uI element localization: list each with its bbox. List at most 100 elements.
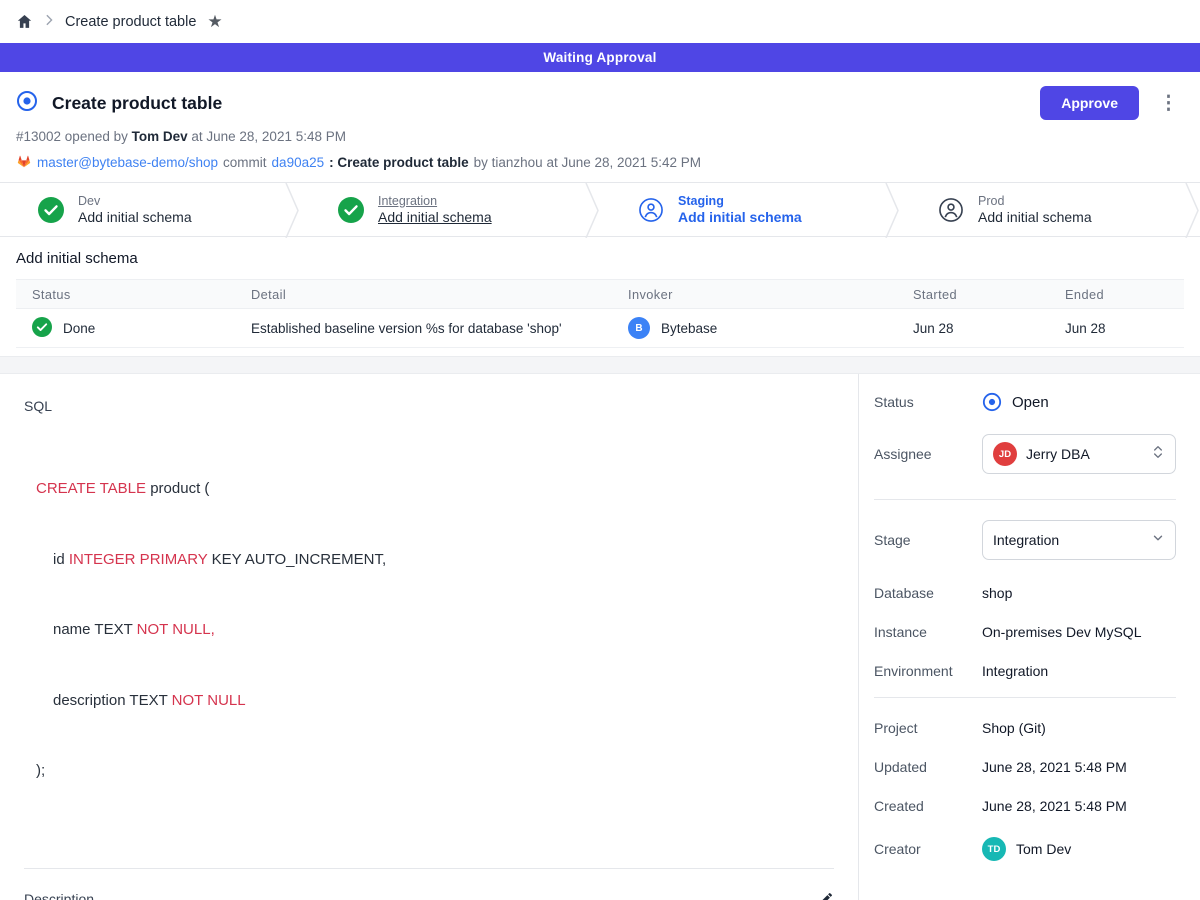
created-value: June 28, 2021 5:48 PM xyxy=(982,798,1127,814)
stage-task-label: Add initial schema xyxy=(78,209,192,225)
task-table-header-row: Status Detail Invoker Started Ended xyxy=(16,280,1184,309)
sql-text: ); xyxy=(36,762,45,779)
sql-keyword: NOT NULL, xyxy=(137,621,215,638)
approve-button[interactable]: Approve xyxy=(1040,86,1139,120)
task-invoker: Bytebase xyxy=(661,321,717,336)
task-detail: Established baseline version %s for data… xyxy=(251,309,628,348)
issue-author: Tom Dev xyxy=(132,129,188,144)
assignee-select[interactable]: JD Jerry DBA xyxy=(982,434,1176,474)
instance-value: On-premises Dev MySQL xyxy=(982,624,1141,640)
task-ended: Jun 28 xyxy=(1065,309,1184,348)
issue-main-panel: SQL CREATE TABLE product ( id INTEGER PR… xyxy=(0,374,859,900)
stage-separator xyxy=(584,183,600,238)
description-label: Description xyxy=(24,891,94,900)
task-table: Status Detail Invoker Started Ended Done… xyxy=(16,279,1184,348)
col-started: Started xyxy=(913,280,1065,309)
status-open-icon xyxy=(982,392,1002,412)
col-detail: Detail xyxy=(251,280,628,309)
created-label: Created xyxy=(874,798,982,814)
col-ended: Ended xyxy=(1065,280,1184,309)
done-check-icon xyxy=(338,197,364,223)
sql-keyword: NOT NULL xyxy=(172,692,246,709)
assignee-label: Assignee xyxy=(874,446,982,462)
chevron-right-icon xyxy=(44,13,54,31)
sql-text: KEY AUTO_INCREMENT, xyxy=(207,551,386,568)
selector-updown-icon xyxy=(1151,444,1165,465)
stage-task-label: Add initial schema xyxy=(978,209,1092,225)
stage-separator xyxy=(284,183,300,238)
sql-text: description TEXT xyxy=(53,692,172,709)
stage-staging-current[interactable]: Staging Add initial schema xyxy=(600,183,884,236)
star-icon[interactable]: ★ xyxy=(207,13,222,30)
creator-label: Creator xyxy=(874,841,982,857)
environment-label: Environment xyxy=(874,663,982,679)
stage-task-label: Add initial schema xyxy=(378,209,492,225)
stage-dev[interactable]: Dev Add initial schema xyxy=(0,183,284,236)
approval-banner: Waiting Approval xyxy=(0,43,1200,72)
done-check-icon xyxy=(38,197,64,223)
commit-message: : Create product table xyxy=(329,155,469,170)
approval-banner-text: Waiting Approval xyxy=(543,50,656,65)
stage-select[interactable]: Integration xyxy=(982,520,1176,560)
task-started: Jun 28 xyxy=(913,309,1065,348)
sql-text: id xyxy=(53,551,69,568)
stage-value: Integration xyxy=(993,532,1059,548)
commit-hash-link[interactable]: da90a25 xyxy=(272,155,325,170)
task-section-title: Add initial schema xyxy=(16,250,1184,267)
task-section: Add initial schema Status Detail Invoker… xyxy=(0,237,1200,356)
commit-label: commit xyxy=(223,155,267,170)
divider xyxy=(874,499,1176,500)
stage-prod[interactable]: Prod Add initial schema xyxy=(900,183,1184,236)
status-label: Status xyxy=(874,394,982,410)
project-value: Shop (Git) xyxy=(982,720,1046,736)
home-icon[interactable] xyxy=(16,13,33,30)
sql-code-block: CREATE TABLE product ( id INTEGER PRIMAR… xyxy=(24,430,834,830)
divider xyxy=(24,868,834,869)
chevron-down-icon xyxy=(1151,531,1165,550)
database-label: Database xyxy=(874,585,982,601)
sql-text: product ( xyxy=(146,480,209,497)
issue-open-icon xyxy=(16,90,38,117)
status-value: Open xyxy=(1012,394,1049,411)
vcs-commit-line: master@bytebase-demo/shop commit da90a25… xyxy=(16,153,1184,172)
task-status: Done xyxy=(63,321,95,336)
project-label: Project xyxy=(874,720,982,736)
database-value: shop xyxy=(982,585,1012,601)
breadcrumb: Create product table ★ xyxy=(0,0,1200,43)
breadcrumb-page-title: Create product table xyxy=(65,14,196,30)
stage-task-label: Add initial schema xyxy=(678,209,802,225)
col-invoker: Invoker xyxy=(628,280,913,309)
branch-repo-link[interactable]: master@bytebase-demo/shop xyxy=(37,155,218,170)
page-title: Create product table xyxy=(52,93,1026,114)
pipeline-stage-bar: Dev Add initial schema Integration Add i… xyxy=(0,182,1200,237)
issue-header: Create product table Approve ⋮ #13002 op… xyxy=(0,72,1200,182)
updated-value: June 28, 2021 5:48 PM xyxy=(982,759,1127,775)
stage-env-label: Integration xyxy=(378,194,492,208)
stage-separator xyxy=(1184,183,1200,238)
stage-integration[interactable]: Integration Add initial schema xyxy=(300,183,584,236)
col-status: Status xyxy=(16,280,251,309)
gitlab-icon xyxy=(16,153,32,172)
person-icon xyxy=(638,197,664,223)
task-row[interactable]: Done Established baseline version %s for… xyxy=(16,309,1184,348)
creator-avatar: TD xyxy=(982,837,1006,861)
commit-author-time: by tianzhou at June 28, 2021 5:42 PM xyxy=(474,155,701,170)
issue-meta: #13002 opened by Tom Dev at June 28, 202… xyxy=(16,129,1184,144)
stage-env-label: Dev xyxy=(78,194,192,208)
invoker-avatar: B xyxy=(628,317,650,339)
sql-keyword: INTEGER PRIMARY xyxy=(69,551,208,568)
assignee-avatar: JD xyxy=(993,442,1017,466)
updated-label: Updated xyxy=(874,759,982,775)
done-check-icon xyxy=(32,317,52,340)
stage-env-label: Prod xyxy=(978,194,1092,208)
divider xyxy=(874,697,1176,698)
issue-sidebar: Status Open Assignee JD Jerry DBA xyxy=(859,374,1200,900)
edit-pencil-icon[interactable] xyxy=(818,891,834,900)
sql-text: name TEXT xyxy=(53,621,137,638)
assignee-value: Jerry DBA xyxy=(1026,446,1090,462)
creator-value: Tom Dev xyxy=(1016,841,1071,857)
kebab-menu-icon[interactable]: ⋮ xyxy=(1153,94,1184,113)
stage-label: Stage xyxy=(874,532,982,548)
instance-label: Instance xyxy=(874,624,982,640)
stage-separator xyxy=(884,183,900,238)
